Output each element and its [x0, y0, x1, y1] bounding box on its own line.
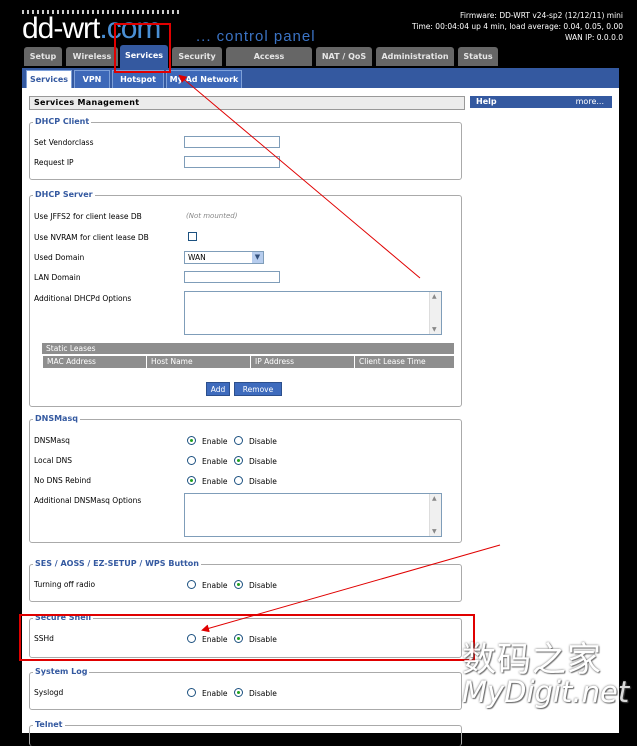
annotation-arrows [178, 74, 501, 633]
watermark-site: MyDigit.net [462, 675, 630, 709]
watermark-chinese: 数码之家 [462, 640, 602, 680]
